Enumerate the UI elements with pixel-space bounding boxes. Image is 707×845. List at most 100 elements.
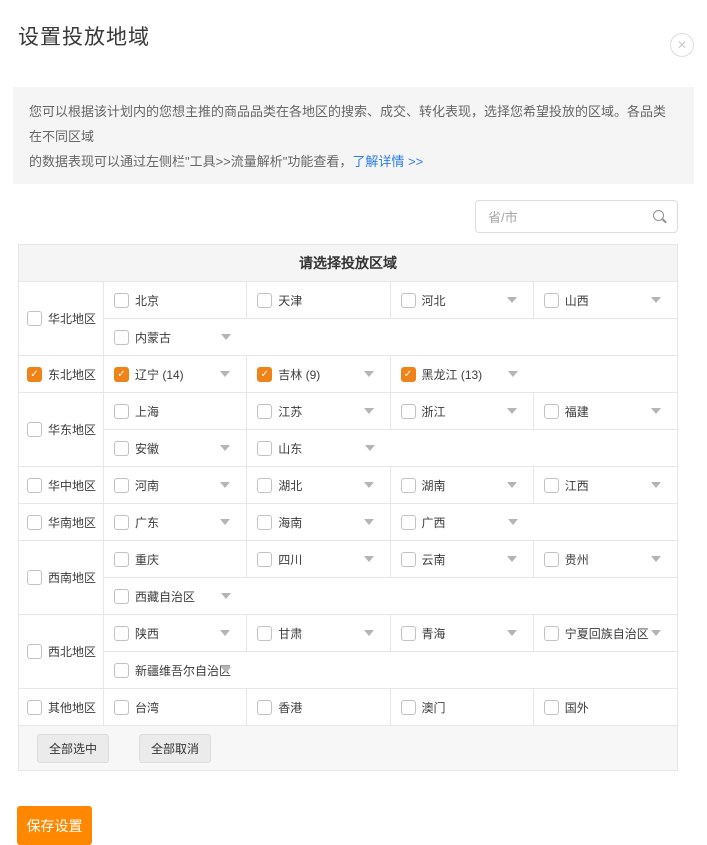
province-checkbox[interactable]: ✓ (114, 367, 129, 382)
province-checkbox[interactable] (257, 626, 272, 641)
region-row: 华中地区河南湖北湖南江西 (19, 467, 677, 504)
province-checkbox[interactable] (544, 700, 559, 715)
province-checkbox[interactable] (114, 626, 129, 641)
province-checkbox[interactable] (114, 700, 129, 715)
chevron-down-icon[interactable] (220, 630, 230, 636)
region-checkbox[interactable] (27, 478, 42, 493)
province-checkbox[interactable] (114, 552, 129, 567)
province-checkbox[interactable]: ✓ (401, 367, 416, 382)
region-checkbox[interactable] (27, 570, 42, 585)
region-checkbox[interactable] (27, 422, 42, 437)
province-checkbox[interactable] (257, 478, 272, 493)
search-box[interactable] (475, 200, 678, 233)
province-line: 北京天津河北山西 (104, 282, 677, 318)
select-all-button[interactable]: 全部选中 (37, 734, 109, 763)
region-checkbox[interactable]: ✓ (27, 367, 42, 382)
province-checkbox[interactable] (114, 330, 129, 345)
province-checkbox[interactable] (114, 478, 129, 493)
province-checkbox[interactable] (401, 404, 416, 419)
chevron-down-icon[interactable] (364, 371, 374, 377)
chevron-down-icon[interactable] (364, 408, 374, 414)
chevron-down-icon[interactable] (220, 371, 230, 377)
province-cell: 河北 (391, 282, 534, 318)
chevron-down-icon[interactable] (508, 371, 518, 377)
notice-line2: 的数据表现可以通过左侧栏"工具>>流量解析"功能查看， (29, 154, 352, 169)
search-icon[interactable] (653, 210, 664, 221)
province-label: 香港 (278, 699, 302, 716)
province-cell: 北京 (104, 282, 247, 318)
learn-more-link[interactable]: 了解详情 >> (352, 154, 423, 169)
province-line: 陕西甘肃青海宁夏回族自治区 (104, 615, 677, 651)
chevron-down-icon[interactable] (507, 408, 517, 414)
province-checkbox[interactable] (401, 478, 416, 493)
province-cell: 陕西 (104, 615, 247, 651)
province-checkbox[interactable] (544, 552, 559, 567)
province-checkbox[interactable] (257, 293, 272, 308)
chevron-down-icon[interactable] (220, 482, 230, 488)
region-cell: 华北地区 (19, 282, 104, 355)
region-checkbox[interactable] (27, 644, 42, 659)
region-label: 东北地区 (48, 366, 96, 383)
chevron-down-icon[interactable] (651, 482, 661, 488)
province-checkbox[interactable] (401, 293, 416, 308)
province-checkbox[interactable] (544, 478, 559, 493)
province-checkbox[interactable] (257, 552, 272, 567)
province-cell: 广西 (391, 504, 534, 540)
region-cell: 华南地区 (19, 504, 104, 540)
province-checkbox[interactable] (544, 293, 559, 308)
province-checkbox[interactable]: ✓ (257, 367, 272, 382)
province-checkbox[interactable] (114, 293, 129, 308)
province-checkbox[interactable] (401, 515, 416, 530)
province-checkbox[interactable] (114, 515, 129, 530)
province-label: 江西 (565, 477, 589, 494)
province-label: 安徽 (135, 440, 159, 457)
province-label: 陕西 (135, 625, 159, 642)
chevron-down-icon[interactable] (651, 297, 661, 303)
chevron-down-icon[interactable] (364, 630, 374, 636)
province-checkbox[interactable] (401, 552, 416, 567)
chevron-down-icon[interactable] (364, 519, 374, 525)
chevron-down-icon[interactable] (507, 297, 517, 303)
province-checkbox[interactable] (544, 404, 559, 419)
close-icon[interactable]: ✕ (670, 33, 694, 57)
province-checkbox[interactable] (401, 700, 416, 715)
region-checkbox[interactable] (27, 700, 42, 715)
chevron-down-icon[interactable] (220, 445, 230, 451)
chevron-down-icon[interactable] (507, 630, 517, 636)
chevron-down-icon[interactable] (220, 519, 230, 525)
region-checkbox[interactable] (27, 311, 42, 326)
chevron-down-icon[interactable] (221, 667, 231, 673)
chevron-down-icon[interactable] (507, 482, 517, 488)
chevron-down-icon[interactable] (651, 408, 661, 414)
region-checkbox[interactable] (27, 515, 42, 530)
province-cell: 新疆维吾尔自治区 (104, 652, 247, 688)
chevron-down-icon[interactable] (364, 556, 374, 562)
region-row: 西北地区陕西甘肃青海宁夏回族自治区新疆维吾尔自治区 (19, 615, 677, 689)
province-cell: 湖南 (391, 467, 534, 503)
province-checkbox[interactable] (401, 626, 416, 641)
province-checkbox[interactable] (544, 626, 559, 641)
province-lines: ✓辽宁 (14)✓吉林 (9)✓黑龙江 (13) (104, 356, 677, 392)
chevron-down-icon[interactable] (651, 630, 661, 636)
chevron-down-icon[interactable] (507, 556, 517, 562)
chevron-down-icon[interactable] (508, 519, 518, 525)
deselect-all-button[interactable]: 全部取消 (139, 734, 211, 763)
chevron-down-icon[interactable] (364, 482, 374, 488)
chevron-down-icon[interactable] (365, 445, 375, 451)
province-checkbox[interactable] (114, 404, 129, 419)
province-cell: 四川 (247, 541, 390, 577)
province-checkbox[interactable] (257, 404, 272, 419)
province-lines: 陕西甘肃青海宁夏回族自治区新疆维吾尔自治区 (104, 615, 677, 688)
province-checkbox[interactable] (257, 515, 272, 530)
chevron-down-icon[interactable] (221, 593, 231, 599)
province-checkbox[interactable] (114, 441, 129, 456)
province-cell: 西藏自治区 (104, 578, 247, 614)
province-checkbox[interactable] (114, 589, 129, 604)
province-label: 上海 (135, 403, 159, 420)
province-checkbox[interactable] (257, 441, 272, 456)
chevron-down-icon[interactable] (651, 556, 661, 562)
search-input[interactable] (486, 201, 650, 234)
chevron-down-icon[interactable] (221, 334, 231, 340)
province-checkbox[interactable] (114, 663, 129, 678)
province-checkbox[interactable] (257, 700, 272, 715)
